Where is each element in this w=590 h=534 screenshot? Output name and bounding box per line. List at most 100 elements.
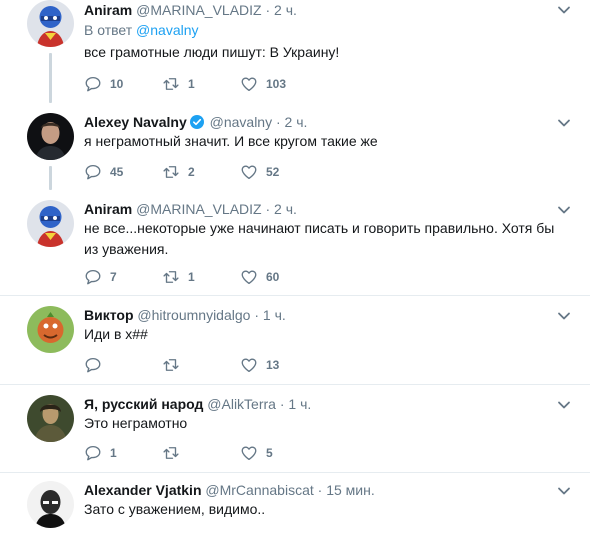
- separator-dot: ·: [265, 201, 271, 217]
- reply-to-mention[interactable]: @navalny: [136, 22, 198, 38]
- caret-down-icon[interactable]: [557, 398, 571, 412]
- caret-down-icon[interactable]: [557, 203, 571, 217]
- tweet-header: Виктор @hitroumnyidalgo · 1 ч.: [84, 306, 286, 324]
- reply-to-prefix: В ответ: [84, 22, 133, 38]
- verified-badge-icon: [189, 115, 204, 129]
- caret-down-icon[interactable]: [557, 309, 571, 323]
- tweet-time[interactable]: 2 ч.: [274, 2, 297, 18]
- tweet-text: не все...некоторые уже начинают писать и…: [84, 220, 555, 257]
- tweet-text: все грамотные люди пишут: В Украину!: [84, 44, 340, 60]
- like-icon: [240, 444, 258, 462]
- avatar[interactable]: [27, 0, 74, 47]
- tweet-aniram-1[interactable]: Aniram @MARINA_VLADIZ · 2 ч. В ответ @na…: [0, 0, 590, 103]
- tweet-navalny[interactable]: Alexey Navalny @navalny · 2 ч. я неграмо…: [0, 103, 590, 190]
- tweet-time[interactable]: 2 ч.: [285, 114, 308, 130]
- retweet-icon: [162, 75, 180, 93]
- user-name[interactable]: Aniram: [84, 2, 132, 18]
- tweet-time[interactable]: 1 ч.: [263, 307, 286, 323]
- like-icon: [240, 356, 258, 374]
- retweet-button[interactable]: [162, 355, 188, 375]
- tweet-aniram-2[interactable]: Aniram @MARINA_VLADIZ · 2 ч. не все...не…: [0, 190, 590, 295]
- reply-icon: [84, 268, 102, 286]
- tweet-time[interactable]: 2 ч.: [274, 201, 297, 217]
- user-name[interactable]: Я, русский народ: [84, 396, 203, 412]
- user-handle[interactable]: @AlikTerra: [207, 396, 276, 412]
- user-name[interactable]: Alexander Vjatkin: [84, 482, 202, 498]
- reply-button[interactable]: 7: [84, 267, 117, 287]
- like-count: 103: [266, 77, 287, 91]
- separator-dot: ·: [254, 307, 259, 323]
- separator-dot: ·: [275, 114, 281, 130]
- like-count: 52: [266, 165, 280, 179]
- tweet-mrcannabiscat[interactable]: Alexander Vjatkin @MrCannabiscat · 15 ми…: [0, 473, 590, 534]
- separator-dot: ·: [279, 396, 285, 412]
- tweet-header: Alexey Navalny @navalny · 2 ч.: [84, 113, 307, 131]
- user-handle[interactable]: @MARINA_VLADIZ: [136, 2, 261, 18]
- reply-icon: [84, 356, 102, 374]
- retweet-icon: [162, 356, 180, 374]
- reply-button[interactable]: 1: [84, 443, 117, 463]
- avatar[interactable]: [27, 200, 74, 247]
- user-handle[interactable]: @MrCannabiscat: [205, 482, 313, 498]
- retweet-icon: [162, 268, 180, 286]
- user-name[interactable]: Aniram: [84, 201, 132, 217]
- separator-dot: ·: [265, 2, 271, 18]
- like-button[interactable]: 60: [240, 267, 279, 287]
- reply-icon: [84, 444, 102, 462]
- avatar[interactable]: [27, 306, 74, 353]
- reply-count: 10: [110, 77, 124, 91]
- thread-connector: [49, 53, 52, 103]
- like-icon: [240, 163, 258, 181]
- tweet-header: Я, русский народ @AlikTerra · 1 ч.: [84, 395, 311, 413]
- like-button[interactable]: 5: [240, 443, 273, 463]
- reply-count: 1: [110, 446, 117, 460]
- like-button[interactable]: 103: [240, 74, 286, 94]
- like-icon: [240, 268, 258, 286]
- tweet-time[interactable]: 1 ч.: [288, 396, 311, 412]
- tweet-viktor[interactable]: Виктор @hitroumnyidalgo · 1 ч. Иди в х##…: [0, 296, 590, 384]
- reply-icon: [84, 75, 102, 93]
- caret-down-icon[interactable]: [557, 116, 571, 130]
- retweet-button[interactable]: [162, 443, 188, 463]
- retweet-count: 1: [188, 270, 195, 284]
- retweet-count: 1: [188, 77, 195, 91]
- avatar[interactable]: [27, 113, 74, 160]
- avatar[interactable]: [27, 481, 74, 528]
- tweet-header: Alexander Vjatkin @MrCannabiscat · 15 ми…: [84, 481, 375, 499]
- retweet-button[interactable]: 1: [162, 74, 195, 94]
- reply-button[interactable]: 45: [84, 162, 123, 182]
- caret-down-icon[interactable]: [557, 3, 571, 17]
- user-handle[interactable]: @hitroumnyidalgo: [137, 307, 250, 323]
- tweet-thread: Aniram @MARINA_VLADIZ · 2 ч. В ответ @na…: [0, 0, 590, 534]
- user-handle[interactable]: @navalny: [210, 114, 272, 130]
- caret-down-icon[interactable]: [557, 484, 571, 498]
- reply-to-line: В ответ @navalny: [84, 21, 199, 39]
- reply-button[interactable]: [84, 355, 110, 375]
- user-name[interactable]: Alexey Navalny: [84, 114, 187, 130]
- user-name[interactable]: Виктор: [84, 307, 134, 323]
- user-handle[interactable]: @MARINA_VLADIZ: [136, 201, 261, 217]
- like-count: 5: [266, 446, 273, 460]
- like-count: 13: [266, 358, 280, 372]
- like-icon: [240, 75, 258, 93]
- tweet-text: Зато с уважением, видимо..: [84, 501, 266, 517]
- like-button[interactable]: 13: [240, 355, 279, 375]
- tweet-text: Иди в х##: [84, 326, 148, 342]
- tweet-alikterra[interactable]: Я, русский народ @AlikTerra · 1 ч. Это н…: [0, 385, 590, 472]
- tweet-time[interactable]: 15 мин.: [326, 482, 375, 498]
- separator-dot: ·: [317, 482, 323, 498]
- tweet-text: Это неграмотно: [84, 415, 188, 431]
- like-button[interactable]: 52: [240, 162, 279, 182]
- reply-button[interactable]: 10: [84, 74, 123, 94]
- thread-connector: [49, 166, 52, 190]
- retweet-button[interactable]: 1: [162, 267, 195, 287]
- retweet-icon: [162, 163, 180, 181]
- retweet-count: 2: [188, 165, 195, 179]
- reply-icon: [84, 163, 102, 181]
- tweet-header: Aniram @MARINA_VLADIZ · 2 ч.: [84, 200, 297, 218]
- tweet-text: я неграмотный значит. И все кругом такие…: [84, 133, 378, 149]
- retweet-button[interactable]: 2: [162, 162, 195, 182]
- like-count: 60: [266, 270, 280, 284]
- retweet-icon: [162, 444, 180, 462]
- avatar[interactable]: [27, 395, 74, 442]
